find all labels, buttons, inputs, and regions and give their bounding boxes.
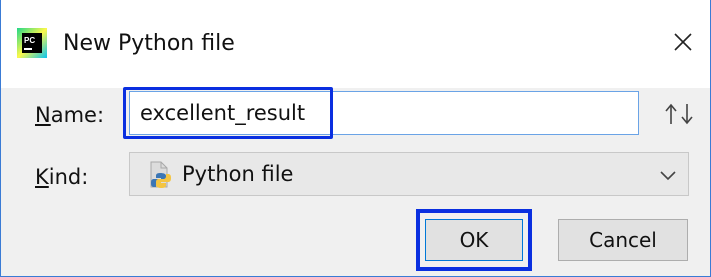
name-field-container (129, 91, 639, 135)
kind-label: Kind: (35, 165, 89, 189)
cancel-button[interactable]: Cancel (558, 219, 688, 261)
close-button[interactable] (665, 24, 701, 60)
new-python-file-dialog: PC New Python file Name: Kind: (0, 0, 711, 277)
dialog-content: Name: Kind: Python file OK C (1, 87, 710, 276)
title-bar[interactable]: PC New Python file (1, 0, 710, 88)
pycharm-logo: PC (17, 28, 47, 58)
ok-button[interactable]: OK (425, 219, 523, 261)
kind-select[interactable]: Python file (129, 152, 689, 196)
name-input[interactable] (130, 92, 638, 134)
name-label: Name: (35, 103, 105, 127)
python-file-icon (150, 161, 171, 188)
chevron-down-icon (660, 171, 676, 181)
dialog-title: New Python file (63, 31, 235, 56)
svg-text:PC: PC (24, 36, 35, 45)
kind-value: Python file (182, 162, 294, 186)
history-arrows-icon[interactable] (661, 100, 697, 128)
close-icon (674, 33, 692, 51)
